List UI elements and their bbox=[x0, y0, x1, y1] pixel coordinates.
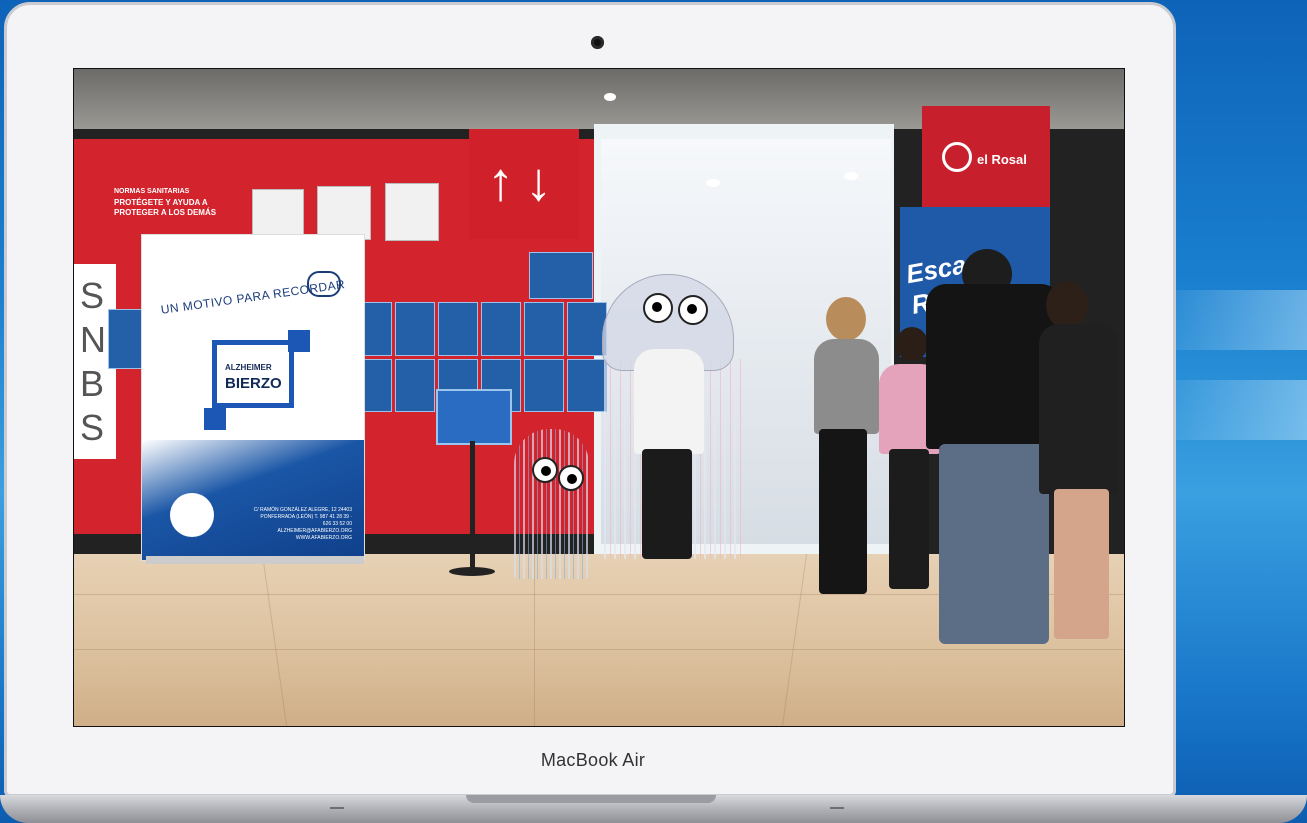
logo-line-1: ALZHEIMER bbox=[225, 363, 272, 372]
store-sign-text: el Rosal bbox=[977, 152, 1027, 167]
camera-icon bbox=[591, 36, 604, 49]
tile-line bbox=[261, 554, 288, 726]
child-in-costume bbox=[634, 349, 704, 454]
rollup-banner: UN MOTIVO PARA RECORDAR ALZHEIMER BIERZO… bbox=[141, 234, 365, 561]
logo-line-2: BIERZO bbox=[225, 375, 282, 392]
person-head bbox=[1046, 281, 1088, 329]
eye-icon bbox=[532, 457, 558, 483]
laptop-lid: SNBS NORMAS SANITARIAS PROTÉGETE Y AYUDA… bbox=[4, 2, 1176, 797]
man-jeans bbox=[939, 444, 1049, 644]
eye-icon bbox=[678, 295, 708, 325]
device-brand-label: MacBook Air bbox=[540, 750, 646, 770]
poster bbox=[438, 302, 478, 356]
tile-line bbox=[534, 554, 535, 726]
notice-heading: NORMAS SANITARIAS PROTÉGETE Y AYUDA A PR… bbox=[114, 187, 224, 218]
girl-dark-outfit bbox=[1039, 324, 1119, 494]
woman-grey-shirt bbox=[814, 339, 879, 434]
ceiling-light bbox=[844, 172, 858, 180]
eye-icon bbox=[643, 293, 673, 323]
base-foot bbox=[330, 807, 344, 809]
alzheimer-logo: ALZHEIMER BIERZO bbox=[212, 340, 294, 408]
donation-sign bbox=[436, 389, 512, 445]
pictogram-sign bbox=[317, 186, 371, 240]
arrow-up-icon: ↑ bbox=[487, 152, 514, 212]
laptop-base bbox=[0, 795, 1307, 823]
eye-icon bbox=[558, 465, 584, 491]
rollup-address: C/ RAMÓN GONZÁLEZ ALEGRE, 12 24403 PONFE… bbox=[253, 507, 352, 541]
logo-square bbox=[288, 330, 310, 352]
poster bbox=[567, 358, 607, 412]
poster bbox=[529, 252, 593, 299]
arrow-panel: ↑ ↓ bbox=[469, 129, 579, 239]
small-jellyfish bbox=[514, 429, 589, 579]
qr-code-icon bbox=[170, 493, 214, 537]
poster bbox=[524, 302, 564, 356]
person-head bbox=[826, 297, 866, 341]
poster bbox=[524, 358, 564, 412]
tile-line bbox=[74, 649, 1124, 650]
rollup-base bbox=[146, 556, 364, 564]
ceiling-light bbox=[706, 179, 720, 187]
sign-stand-base bbox=[449, 567, 495, 576]
sign-stand-pole bbox=[470, 441, 475, 571]
woman-black-pants bbox=[819, 429, 867, 594]
left-letters: SNBS bbox=[80, 275, 106, 448]
ceiling-light bbox=[604, 93, 616, 101]
lid-opening-notch bbox=[466, 795, 716, 803]
logo-square bbox=[204, 408, 226, 430]
poster bbox=[481, 302, 521, 356]
person-head bbox=[896, 327, 928, 361]
notice-line-1: NORMAS SANITARIAS bbox=[114, 188, 190, 195]
pictogram-sign bbox=[252, 189, 304, 239]
store-sign: el Rosal bbox=[922, 106, 1050, 211]
girl-legs bbox=[1054, 489, 1109, 639]
poster bbox=[395, 358, 435, 412]
poster bbox=[567, 302, 607, 356]
pictogram-sign bbox=[385, 183, 439, 241]
tile-line bbox=[781, 554, 808, 726]
notice-line-2: PROTÉGETE Y AYUDA A PROTEGER A LOS DEMÁS bbox=[114, 198, 217, 217]
base-foot bbox=[830, 807, 844, 809]
arrow-down-icon: ↓ bbox=[525, 152, 552, 212]
child-legs bbox=[642, 449, 692, 559]
store-logo-icon bbox=[942, 142, 972, 172]
rollup-tagline: UN MOTIVO PARA RECORDAR bbox=[159, 277, 347, 317]
laptop-screen-photo: SNBS NORMAS SANITARIAS PROTÉGETE Y AYUDA… bbox=[73, 68, 1125, 727]
girl-legs bbox=[889, 449, 929, 589]
poster bbox=[395, 302, 435, 356]
